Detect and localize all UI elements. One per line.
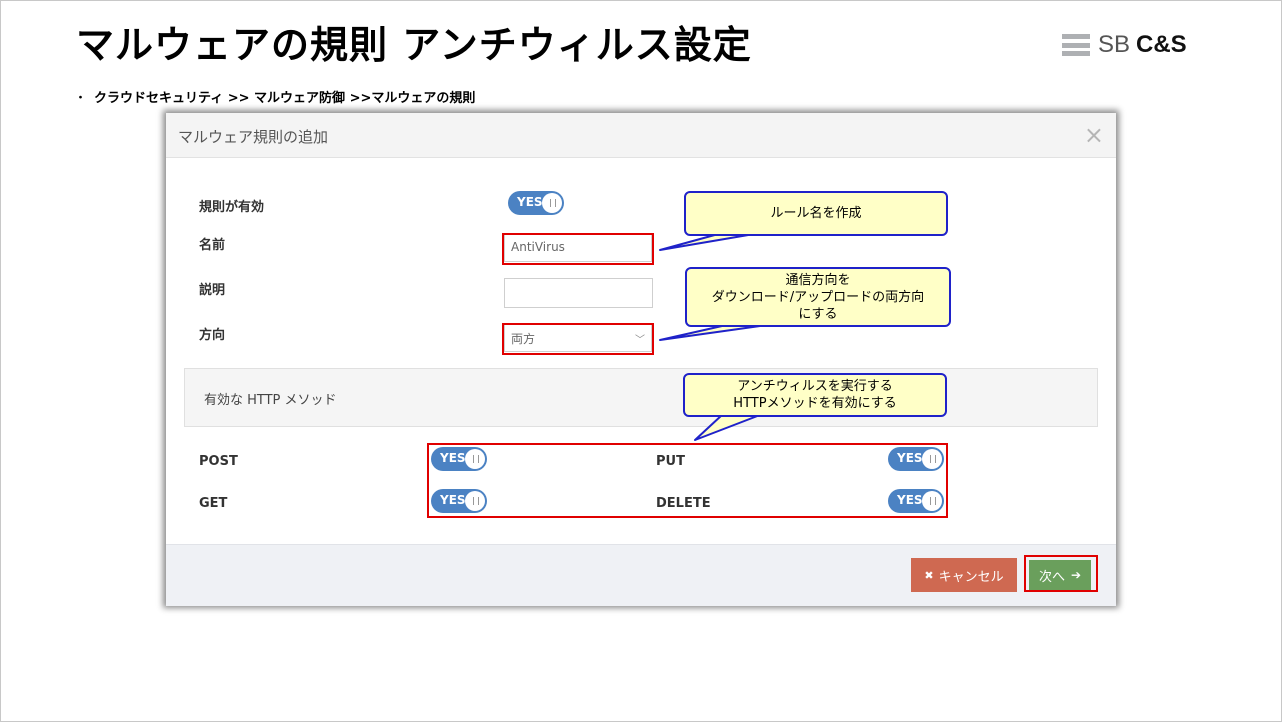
- bullet-mark: ・: [74, 91, 88, 106]
- direction-label: 方向: [199, 328, 226, 343]
- dialog-header: マルウェア規則の追加 ×: [166, 113, 1116, 158]
- name-label: 名前: [199, 238, 226, 253]
- description-label: 説明: [199, 283, 226, 298]
- method-post-label: POST: [199, 454, 238, 469]
- callout-http-methods: アンチウィルスを実行する HTTPメソッドを有効にする: [683, 373, 947, 417]
- http-methods-title: 有効な HTTP メソッド: [204, 393, 337, 408]
- callout-http-line2: HTTPメソッドを有効にする: [733, 396, 897, 411]
- direction-highlight-box: [502, 323, 654, 355]
- slide-title: マルウェアの規則 アンチウィルス設定: [76, 23, 752, 67]
- close-icon[interactable]: ×: [1084, 123, 1104, 147]
- description-input[interactable]: [504, 278, 653, 308]
- rule-enabled-toggle[interactable]: YES: [508, 191, 564, 215]
- http-methods-highlight-box: [427, 443, 948, 518]
- toggle-text: YES: [517, 195, 543, 209]
- close-icon: ✖: [924, 568, 934, 582]
- method-get-label: GET: [199, 496, 228, 511]
- callout-name-text: ルール名を作成: [770, 206, 862, 221]
- logo-sb-text: SB: [1098, 31, 1131, 58]
- add-malware-rule-dialog: マルウェア規則の追加 × 規則が有効 YES 名前 AntiVirus 説明 方…: [166, 113, 1116, 606]
- rule-enabled-label: 規則が有効: [199, 200, 265, 215]
- callout-name: ルール名を作成: [684, 191, 948, 236]
- dialog-title: マルウェア規則の追加: [178, 128, 329, 146]
- dialog-footer: ✖ キャンセル 次へ ➔: [166, 544, 1116, 606]
- name-highlight-box: [502, 233, 654, 265]
- http-methods-section: 有効な HTTP メソッド: [184, 368, 1098, 427]
- next-highlight-box: [1024, 555, 1098, 592]
- callout-direction: 通信方向を ダウンロード/アップロードの両方向 にする: [685, 267, 951, 327]
- callout-direction-line2: ダウンロード/アップロードの両方向: [711, 289, 925, 305]
- callout-direction-line3: にする: [798, 306, 838, 322]
- breadcrumb-text: クラウドセキュリティ >> マルウェア防御 >>マルウェアの規則: [94, 91, 476, 106]
- cancel-button[interactable]: ✖ キャンセル: [911, 558, 1017, 592]
- logo-cs-text: C&S: [1136, 31, 1187, 58]
- callout-direction-line1: 通信方向を: [785, 272, 851, 288]
- callout-http-line1: アンチウィルスを実行する: [737, 379, 893, 394]
- breadcrumb: ・クラウドセキュリティ >> マルウェア防御 >>マルウェアの規則: [74, 87, 475, 106]
- toggle-knob: [542, 193, 562, 213]
- logo-bars-icon: [1062, 34, 1090, 56]
- cancel-button-label: キャンセル: [938, 569, 1004, 585]
- company-logo: SB C&S: [1062, 30, 1187, 60]
